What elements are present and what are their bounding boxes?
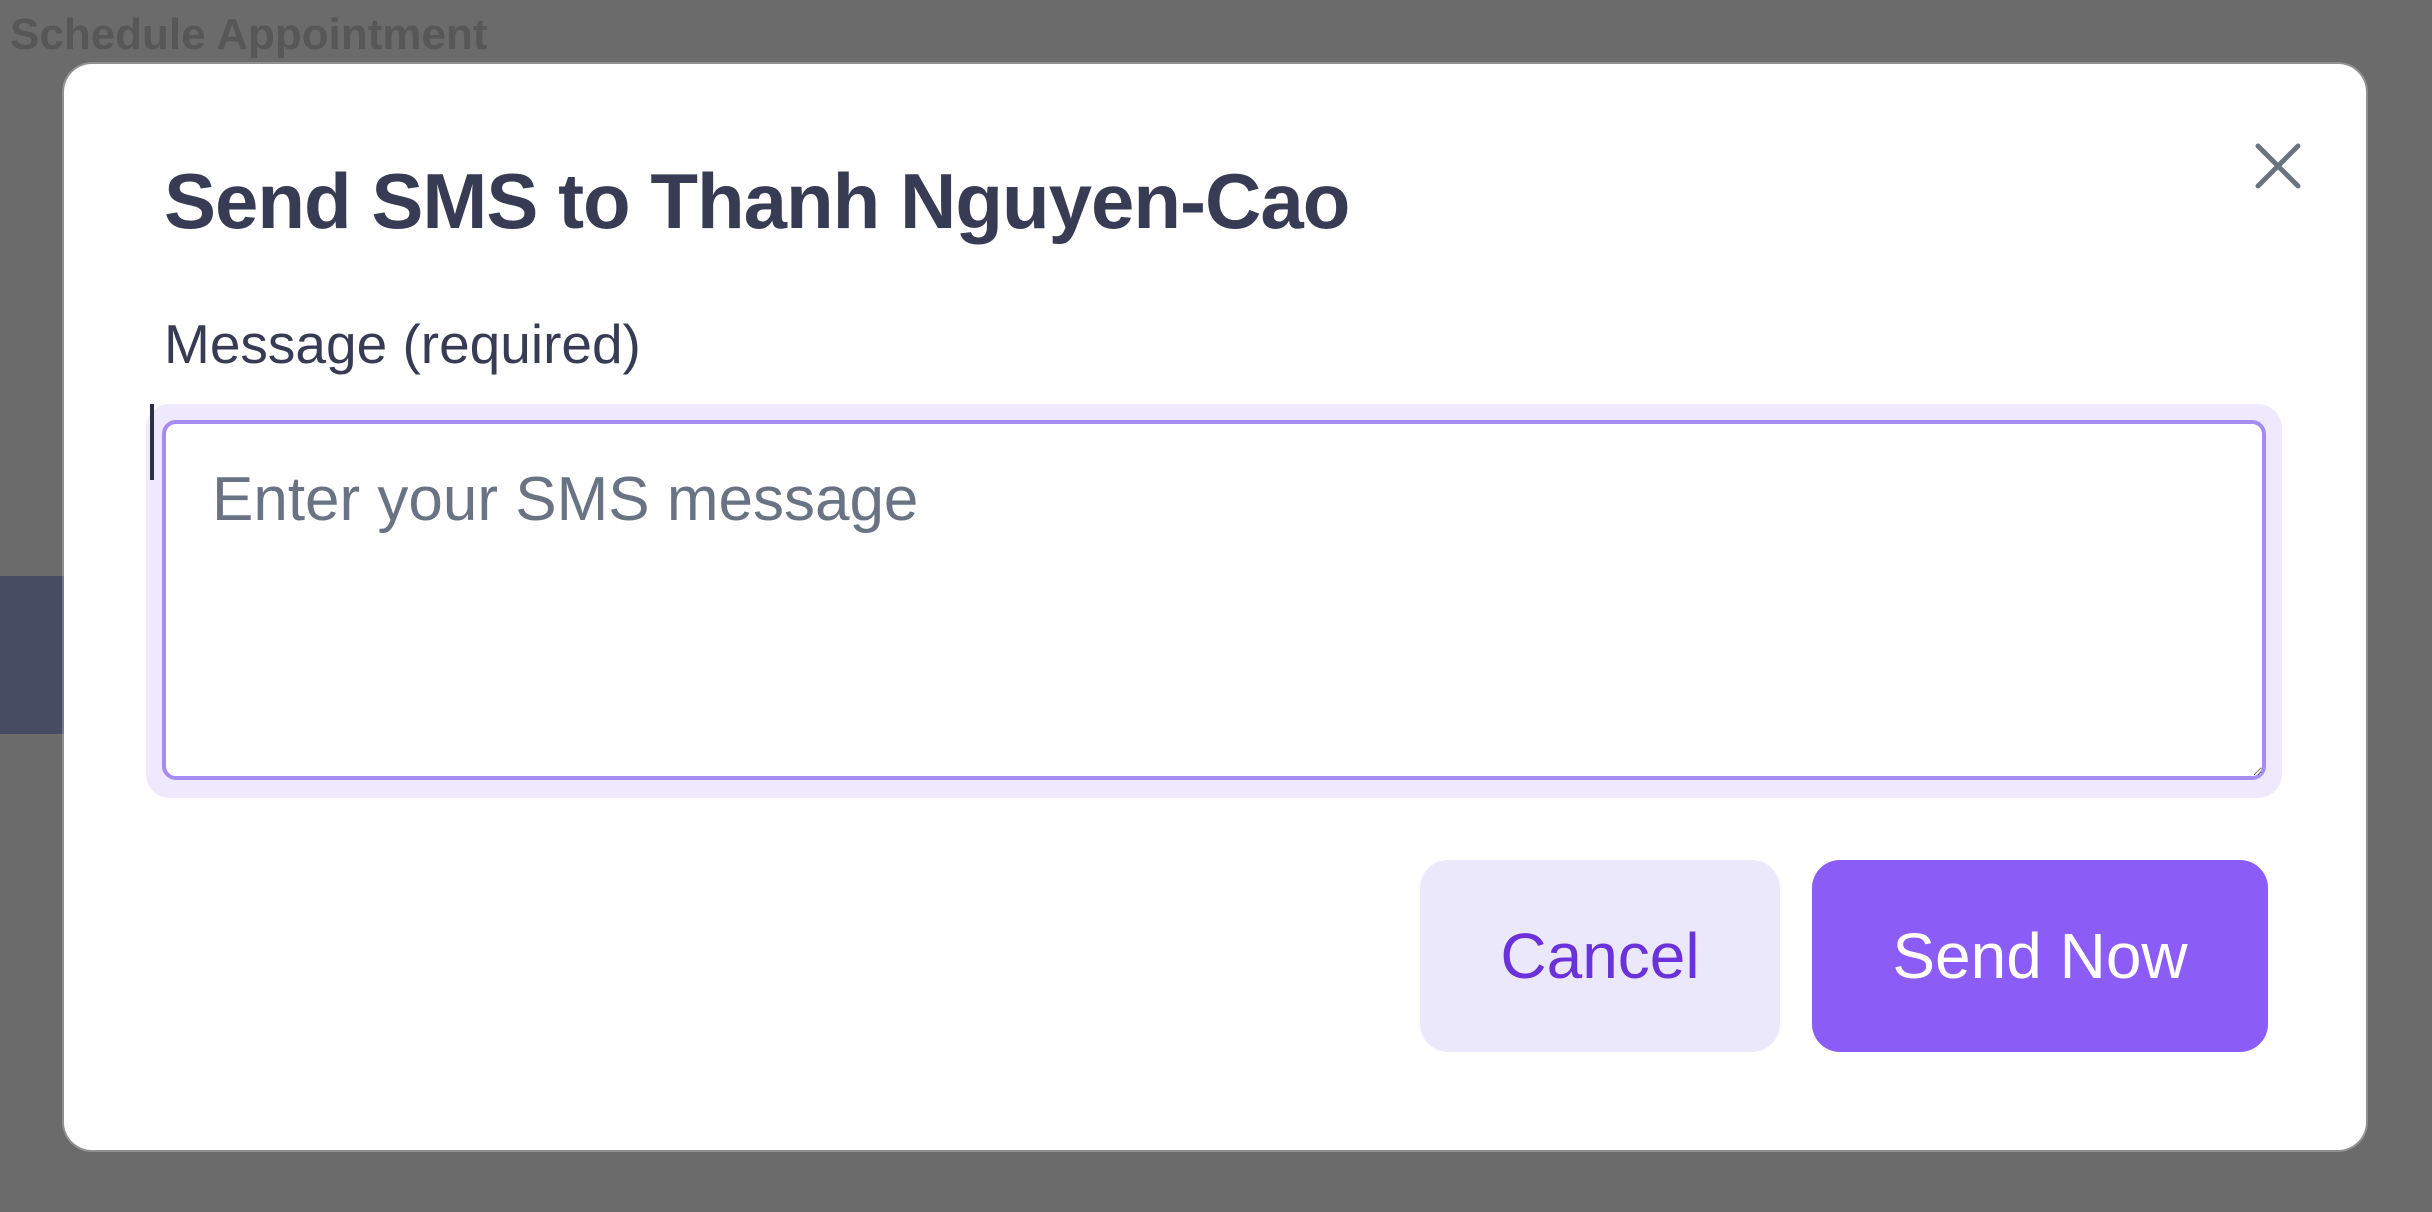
dialog-title: Send SMS to Thanh Nguyen-Cao xyxy=(164,157,1350,245)
send-sms-dialog: Send SMS to Thanh Nguyen-Cao Message (re… xyxy=(64,64,2366,1150)
send-now-button[interactable]: Send Now xyxy=(1812,860,2268,1052)
cancel-button[interactable]: Cancel xyxy=(1420,860,1780,1052)
close-button[interactable] xyxy=(2244,132,2312,200)
close-icon xyxy=(2255,143,2301,189)
sms-message-input[interactable] xyxy=(162,420,2266,780)
message-focus-ring xyxy=(146,404,2282,798)
text-caret xyxy=(150,404,154,480)
message-label: Message (required) xyxy=(164,313,641,375)
background-header-text: Schedule Appointment xyxy=(10,10,488,59)
